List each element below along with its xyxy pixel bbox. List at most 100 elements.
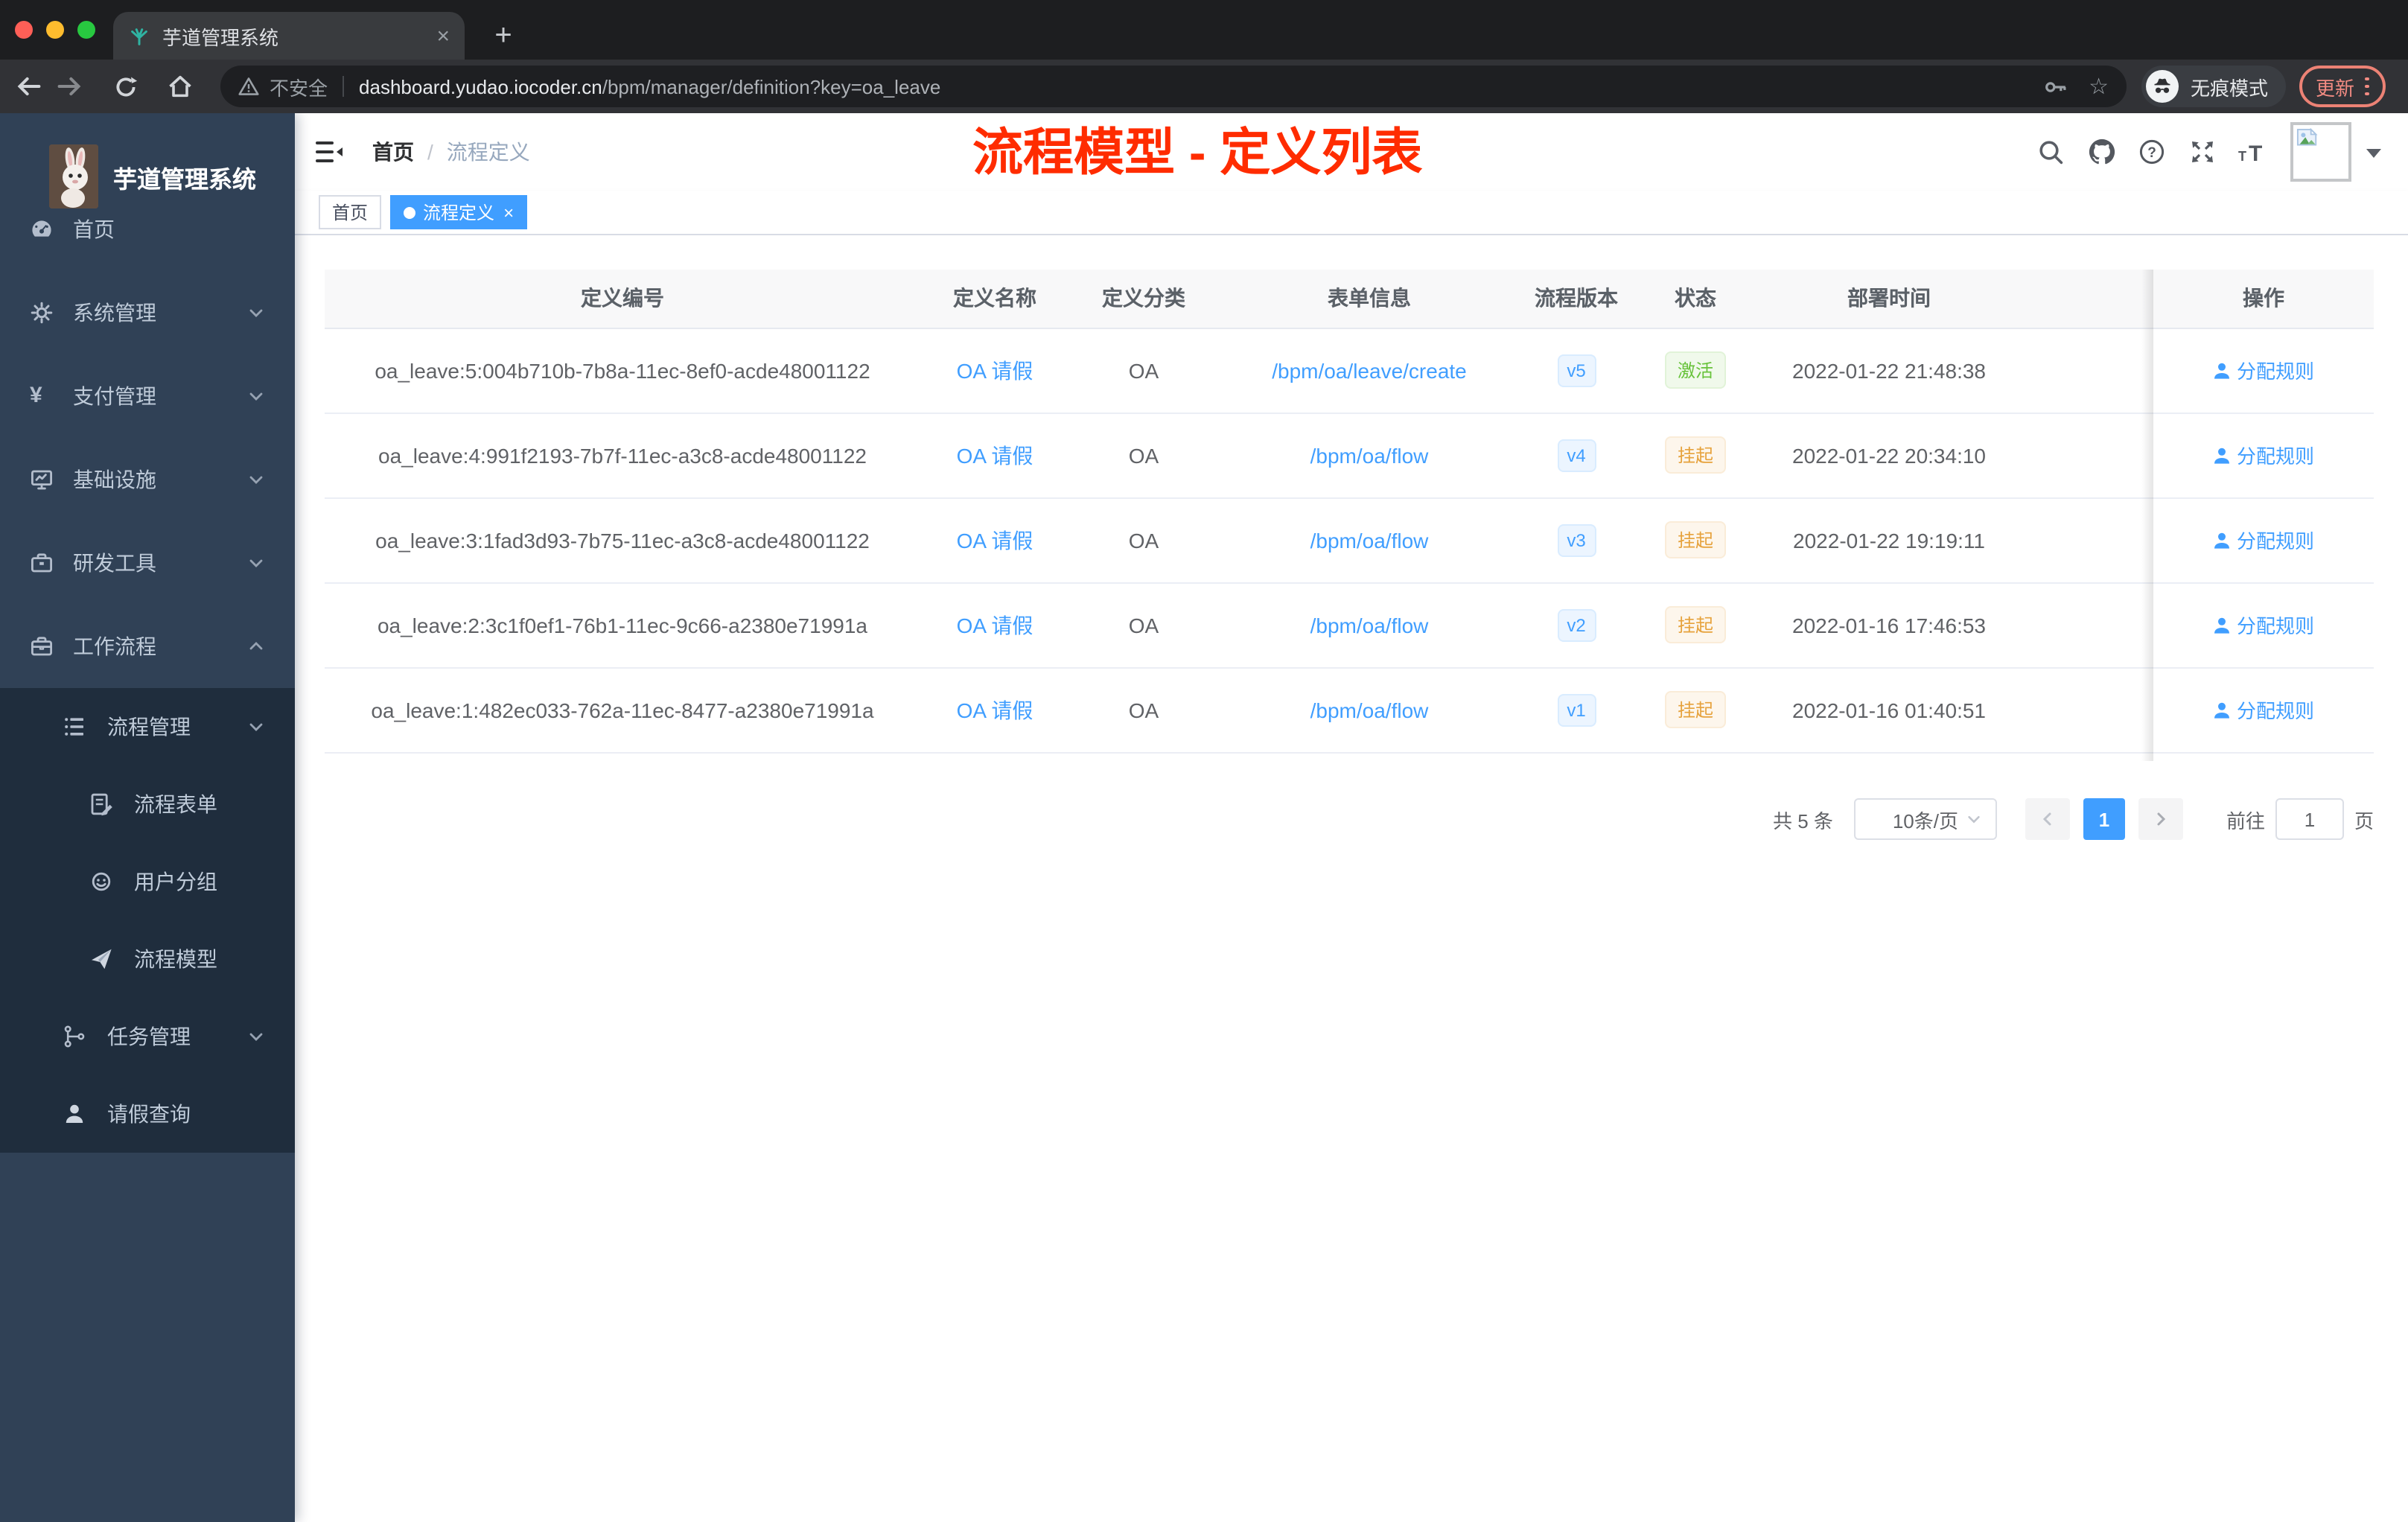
chevron-left-icon bbox=[2042, 812, 2051, 826]
person-icon bbox=[2214, 532, 2229, 548]
home-icon[interactable] bbox=[162, 73, 198, 100]
browser-tab[interactable]: 芋道管理系统 × bbox=[113, 12, 465, 60]
paper-plane-icon bbox=[89, 947, 113, 971]
tab-close-icon[interactable]: × bbox=[436, 25, 450, 47]
next-page-button[interactable] bbox=[2138, 798, 2183, 840]
sidebar-item-label: 流程管理 bbox=[107, 715, 191, 739]
fullscreen-icon[interactable] bbox=[2189, 138, 2216, 165]
avatar-caret-down-icon[interactable] bbox=[2366, 149, 2381, 158]
assign-rule-link[interactable]: 分配规则 bbox=[2213, 441, 2314, 469]
browser-menu-kebab-icon[interactable] bbox=[2365, 77, 2369, 96]
version-badge: v5 bbox=[1557, 354, 1596, 386]
key-icon[interactable] bbox=[2042, 74, 2068, 99]
assign-rule-link[interactable]: 分配规则 bbox=[2213, 611, 2314, 639]
cell-category: OA bbox=[1069, 497, 1218, 583]
cell-definition-id: oa_leave:5:004b710b-7b8a-11ec-8ef0-acde4… bbox=[325, 328, 920, 413]
new-tab-button[interactable]: + bbox=[482, 15, 524, 57]
avatar-broken-image[interactable] bbox=[2290, 122, 2351, 182]
chevron-up-icon bbox=[247, 718, 265, 736]
tab-title: 芋道管理系统 bbox=[162, 26, 279, 48]
version-badge: v2 bbox=[1557, 608, 1596, 641]
assign-rule-link[interactable]: 分配规则 bbox=[2213, 356, 2314, 384]
goto-label: 前往 bbox=[2226, 809, 2265, 832]
search-icon[interactable] bbox=[2037, 138, 2064, 165]
cell-spacer bbox=[2019, 582, 2153, 668]
sidebar-item-label: 流程表单 bbox=[134, 792, 217, 816]
definition-name-link[interactable]: OA 请假 bbox=[957, 528, 1033, 552]
sidebar-item-payment[interactable]: ¥ 支付管理 bbox=[0, 354, 295, 438]
sidebar-item-leave-query[interactable]: 请假查询 bbox=[0, 1075, 295, 1153]
sidebar-item-process-form[interactable]: 流程表单 bbox=[0, 765, 295, 843]
reload-icon[interactable] bbox=[107, 74, 143, 99]
form-link[interactable]: /bpm/oa/flow bbox=[1310, 613, 1429, 637]
person-icon bbox=[2214, 447, 2229, 463]
sidebar-item-home[interactable]: 首页 bbox=[0, 188, 295, 271]
sidebar-item-system[interactable]: 系统管理 bbox=[0, 271, 295, 354]
sidebar-item-devtools[interactable]: 研发工具 bbox=[0, 521, 295, 605]
sidebar-item-workflow[interactable]: 工作流程 bbox=[0, 605, 295, 688]
form-link[interactable]: /bpm/oa/leave/create bbox=[1272, 358, 1467, 382]
sidebar-item-label: 支付管理 bbox=[73, 384, 156, 408]
table-row: oa_leave:4:991f2193-7b7f-11ec-a3c8-acde4… bbox=[325, 413, 2374, 498]
main-area: 首页 / 流程定义 ? TT 流程模型 - 定义列表 首页 流程定义 × 定义编… bbox=[295, 113, 2408, 1522]
sidebar-menu: 首页 系统管理 ¥ 支付管理 基础设施 研发工具 工作流程 bbox=[0, 188, 295, 688]
definition-name-link[interactable]: OA 请假 bbox=[957, 698, 1033, 722]
assign-rule-link[interactable]: 分配规则 bbox=[2213, 526, 2314, 554]
cell-category: OA bbox=[1069, 413, 1218, 498]
form-link[interactable]: /bpm/oa/flow bbox=[1310, 443, 1429, 467]
goto-page-input[interactable]: 1 bbox=[2275, 798, 2344, 840]
breadcrumb-separator: / bbox=[427, 140, 433, 164]
column-header-status: 状态 bbox=[1632, 270, 1759, 328]
sidebar-item-user-group[interactable]: 用户分组 bbox=[0, 843, 295, 920]
definition-name-link[interactable]: OA 请假 bbox=[957, 443, 1033, 467]
sidebar-item-process-model[interactable]: 流程模型 bbox=[0, 920, 295, 998]
browser-chrome: 芋道管理系统 × + 不安全 dashboard.yudao.iocoder.c… bbox=[0, 0, 2408, 113]
form-link[interactable]: /bpm/oa/flow bbox=[1310, 528, 1429, 552]
bookmark-star-icon[interactable]: ☆ bbox=[2089, 73, 2109, 100]
breadcrumb: 首页 / 流程定义 bbox=[372, 113, 530, 191]
sidebar-item-task-mgmt[interactable]: 任务管理 bbox=[0, 998, 295, 1075]
column-header-version: 流程版本 bbox=[1520, 270, 1632, 328]
usergroup-face-icon bbox=[89, 870, 113, 894]
sidebar-item-label: 首页 bbox=[73, 217, 115, 241]
tag-process-definition[interactable]: 流程定义 × bbox=[390, 195, 528, 229]
update-button[interactable]: 更新 bbox=[2299, 66, 2386, 107]
browser-toolbar: 不安全 dashboard.yudao.iocoder.cn/bpm/manag… bbox=[0, 60, 2408, 113]
form-link[interactable]: /bpm/oa/flow bbox=[1310, 698, 1429, 722]
page-number-button[interactable]: 1 bbox=[2083, 798, 2125, 840]
tags-view: 首页 流程定义 × bbox=[295, 191, 2408, 235]
monitor-icon bbox=[30, 468, 54, 491]
breadcrumb-home[interactable]: 首页 bbox=[372, 137, 414, 167]
address-bar[interactable]: 不安全 dashboard.yudao.iocoder.cn/bpm/manag… bbox=[220, 66, 2127, 107]
sidebar-item-infra[interactable]: 基础设施 bbox=[0, 438, 295, 521]
toolbox-icon bbox=[30, 551, 54, 575]
status-badge: 挂起 bbox=[1665, 691, 1725, 728]
workflow-submenu: 流程管理 流程表单 用户分组 流程模型 任务管理 请假查询 bbox=[0, 688, 295, 1153]
tag-home[interactable]: 首页 bbox=[319, 195, 382, 229]
status-badge: 挂起 bbox=[1665, 606, 1725, 643]
page-size-value: 10条/页 bbox=[1892, 809, 1958, 832]
definition-name-link[interactable]: OA 请假 bbox=[957, 358, 1033, 382]
question-icon[interactable]: ? bbox=[2138, 138, 2165, 165]
sidebar-item-process-mgmt[interactable]: 流程管理 bbox=[0, 688, 295, 765]
zoom-window-button[interactable] bbox=[77, 21, 95, 39]
font-size-icon[interactable]: TT bbox=[2237, 138, 2267, 165]
forward-icon[interactable] bbox=[51, 73, 86, 100]
tab-favicon-plant-icon bbox=[128, 25, 150, 47]
definition-name-link[interactable]: OA 请假 bbox=[957, 613, 1033, 637]
tag-label: 首页 bbox=[332, 203, 369, 223]
prev-page-button[interactable] bbox=[2025, 798, 2070, 840]
github-icon[interactable] bbox=[2088, 138, 2116, 166]
warning-triangle-icon bbox=[238, 76, 259, 97]
breadcrumb-current: 流程定义 bbox=[446, 140, 530, 164]
back-icon[interactable] bbox=[12, 73, 48, 100]
tag-close-icon[interactable]: × bbox=[503, 203, 514, 221]
form-icon bbox=[89, 792, 113, 816]
close-window-button[interactable] bbox=[15, 21, 33, 39]
hamburger-icon[interactable] bbox=[316, 141, 343, 162]
assign-rule-link[interactable]: 分配规则 bbox=[2213, 695, 2314, 724]
minimize-window-button[interactable] bbox=[46, 21, 64, 39]
status-badge: 挂起 bbox=[1665, 436, 1725, 474]
page-size-select[interactable]: 10条/页 bbox=[1853, 798, 1997, 840]
update-label[interactable]: 更新 bbox=[2316, 72, 2354, 101]
